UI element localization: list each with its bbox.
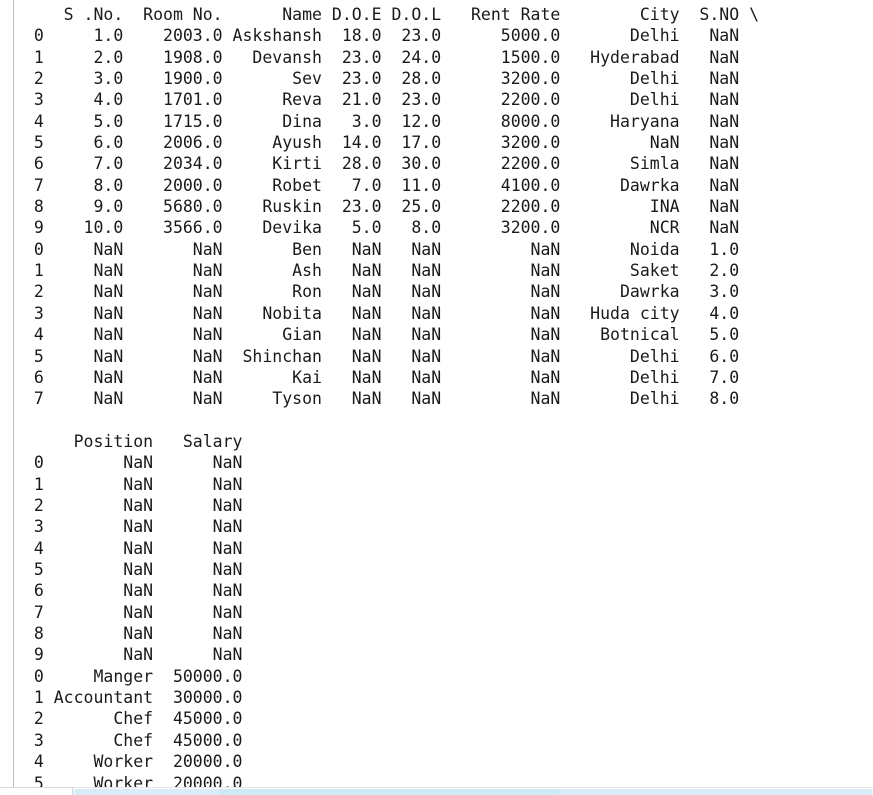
dataframe-text-block-1: S .No. Room No. Name D.O.E D.O.L Rent Ra…	[33, 5, 760, 409]
dataframe-text-block-2: Position Salary 0 NaN NaN 1 NaN NaN 2 Na…	[33, 432, 243, 788]
stdout-text-stream: S .No. Room No. Name D.O.E D.O.L Rent Ra…	[14, 0, 873, 788]
scrollbar-corner	[0, 787, 73, 795]
horizontal-scroll-thumb-highlight[interactable]	[220, 789, 560, 795]
horizontal-scrollbar[interactable]	[0, 787, 873, 795]
notebook-output-area: S .No. Room No. Name D.O.E D.O.L Rent Ra…	[0, 0, 873, 795]
